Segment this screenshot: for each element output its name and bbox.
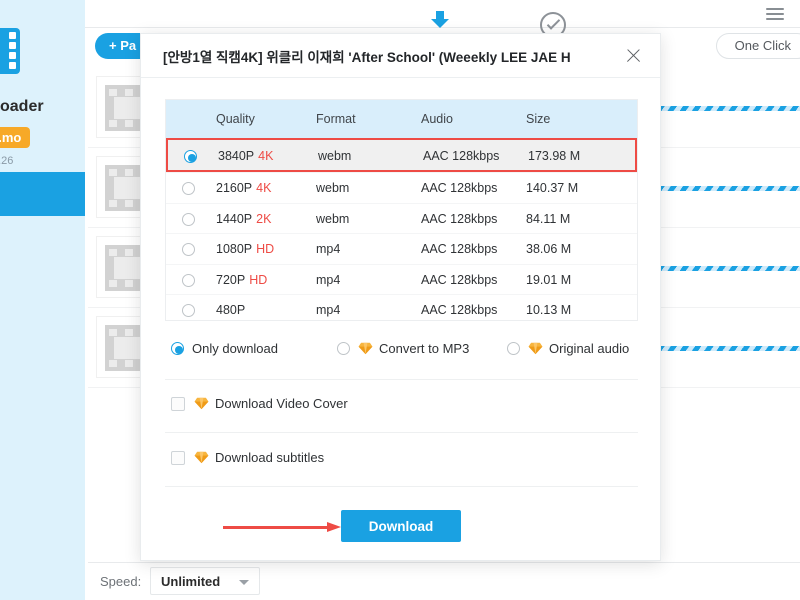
dialog-title: [안방1열 직캠4K] 위클리 이재희 'After School' (Weee… (163, 50, 571, 65)
column-header-quality: Quality (216, 112, 255, 126)
speed-label: Speed: (100, 574, 142, 589)
red-arrow-right-icon (223, 522, 341, 532)
column-header-size: Size (526, 112, 551, 126)
quality-row[interactable]: 1080P HD mp4 AAC 128kbps 38.06 M (166, 233, 637, 264)
speed-limit-select[interactable]: Unlimited (150, 567, 260, 595)
checkbox-box[interactable] (171, 396, 185, 411)
quality-radio[interactable] (182, 243, 195, 257)
speed-limit-value: Unlimited (161, 574, 221, 589)
quality-row[interactable]: 1440P 2K webm AAC 128kbps 84.11 M (166, 202, 637, 234)
quality-radio[interactable] (182, 304, 195, 318)
quality-value: 480P (216, 303, 246, 318)
checkbox-box[interactable] (171, 450, 185, 465)
quality-tag: 4K (256, 181, 272, 195)
download-subtitles-row: Download subtitles (165, 435, 638, 487)
format-value: webm (318, 149, 352, 163)
format-value: mp4 (316, 242, 341, 257)
audio-value: AAC 128kbps (421, 181, 498, 195)
quality-radio[interactable] (184, 150, 197, 163)
audio-mode-label: Convert to MP3 (379, 341, 470, 356)
format-value: webm (316, 181, 350, 195)
dialog-header: [안방1열 직캠4K] 위클리 이재희 'After School' (Weee… (141, 34, 660, 78)
size-value: 84.11 M (526, 211, 571, 226)
quality-value: 720P HD (216, 272, 268, 287)
option-label: Download subtitles (215, 450, 325, 465)
audio-value: AAC 128kbps (421, 272, 498, 287)
size-value: 10.13 M (526, 303, 572, 318)
quality-table-body: 3840P 4K webm AAC 128kbps 173.98 M 2160P 4K web… (166, 138, 637, 320)
format-value: webm (316, 211, 350, 226)
audio-mode-radio[interactable] (337, 342, 350, 355)
gem-icon (194, 451, 209, 464)
size-value: 38.06 M (526, 242, 572, 257)
video-film-icon (0, 28, 20, 74)
audio-value: AAC 128kbps (421, 242, 498, 257)
audio-mode-label: Original audio (549, 341, 630, 356)
gem-icon (528, 342, 543, 355)
bottom-toolbar: Speed: Unlimited (88, 562, 800, 600)
size-value: 140.37 M (526, 181, 579, 195)
download-arrow-icon[interactable] (430, 11, 450, 28)
dialog-footer: Download (141, 502, 660, 562)
audio-mode-option[interactable]: Original audio (507, 341, 629, 356)
audio-mode-label: Only download (192, 341, 278, 356)
audio-mode-option[interactable]: Convert to MP3 (337, 341, 469, 356)
quality-value: 1440P 2K (216, 211, 272, 226)
quality-value: 3840P 4K (218, 149, 274, 163)
quality-radio[interactable] (182, 273, 195, 287)
license-badge: ...mo (0, 127, 31, 148)
quality-row[interactable]: 480P mp4 AAC 128kbps 10.13 M (166, 294, 637, 320)
size-value: 19.01 M (526, 272, 572, 287)
column-header-audio: Audio (421, 112, 453, 126)
option-label: Download Video Cover (215, 396, 348, 411)
quality-table: Quality Format Audio Size 3840P 4K webm AAC… (165, 99, 638, 321)
audio-mode-options: Only download Convert to MP3 Original audi… (165, 334, 638, 380)
sidebar: ...wnloader ...mo ...26 ...d (0, 0, 85, 600)
quality-tag: 2K (256, 211, 272, 226)
column-header-format: Format (316, 112, 356, 126)
format-value: mp4 (316, 272, 341, 287)
quality-table-header: Quality Format Audio Size (166, 100, 637, 138)
one-click-button[interactable]: One Click (715, 33, 800, 59)
audio-value: AAC 128kbps (421, 211, 498, 226)
audio-mode-option[interactable]: Only download (171, 341, 278, 356)
sidebar-item-download[interactable]: ...d (0, 172, 85, 216)
quality-value: 1080P HD (216, 242, 275, 257)
format-value: mp4 (316, 303, 341, 318)
quality-row[interactable]: 2160P 4K webm AAC 128kbps 140.37 M (166, 172, 637, 203)
top-toolbar (85, 0, 800, 38)
quality-tag: 4K (258, 149, 274, 163)
quality-value: 2160P 4K (216, 181, 272, 195)
option-checkbox[interactable]: Download subtitles (171, 450, 324, 465)
option-checkbox[interactable]: Download Video Cover (171, 396, 348, 411)
gem-icon (194, 397, 209, 410)
download-button[interactable]: Download (341, 510, 461, 542)
chevron-down-icon (239, 580, 249, 585)
hamburger-menu-icon[interactable] (766, 8, 784, 21)
download-video-cover-row: Download Video Cover (165, 381, 638, 433)
quality-radio[interactable] (182, 182, 195, 195)
download-options-dialog: [안방1열 직캠4K] 위클리 이재희 'After School' (Weee… (140, 33, 661, 561)
audio-value: AAC 128kbps (421, 303, 498, 318)
quality-row[interactable]: 720P HD mp4 AAC 128kbps 19.01 M (166, 263, 637, 295)
audio-mode-radio[interactable] (171, 342, 184, 355)
quality-tag: HD (256, 242, 275, 257)
close-icon[interactable] (624, 47, 642, 65)
version-label: ...26 (0, 155, 14, 167)
quality-row[interactable]: 3840P 4K webm AAC 128kbps 173.98 M (166, 138, 637, 172)
app-name-label: ...wnloader (0, 98, 44, 115)
size-value: 173.98 M (528, 149, 581, 163)
quality-radio[interactable] (182, 212, 195, 226)
gem-icon (358, 342, 373, 355)
audio-mode-radio[interactable] (507, 342, 520, 355)
quality-tag: HD (249, 272, 268, 287)
audio-value: AAC 128kbps (423, 149, 500, 163)
